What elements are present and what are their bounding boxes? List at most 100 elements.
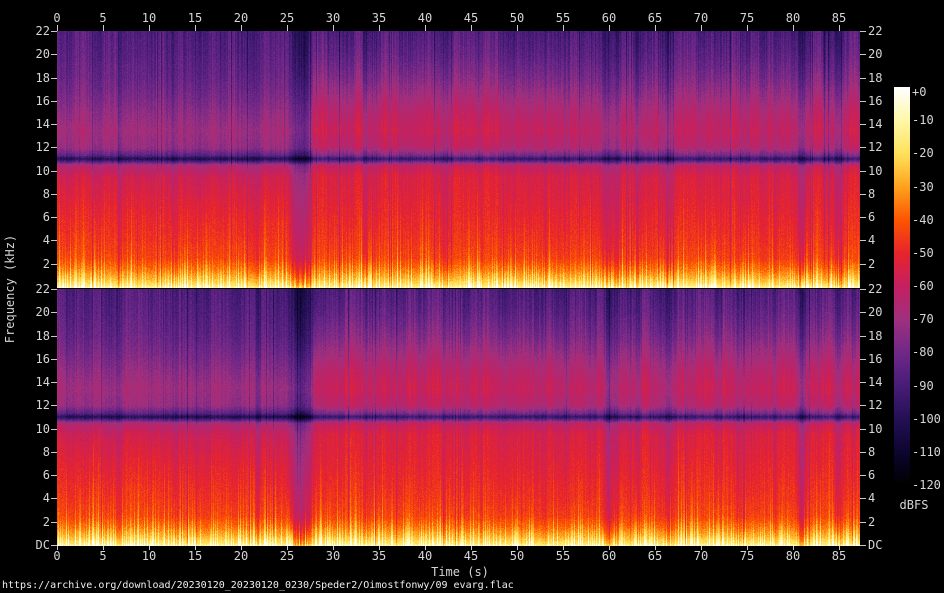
- freq-tick-right: [860, 264, 866, 265]
- spectrogram-channel-1: [57, 31, 860, 288]
- freq-tick-left: [51, 452, 57, 453]
- freq-tick-label-right: DC: [868, 538, 883, 552]
- freq-tick-right: [860, 194, 866, 195]
- time-tick-label-bottom: 30: [325, 549, 341, 563]
- freq-tick-label-right: 4: [868, 233, 876, 247]
- freq-tick-label-right: 2: [868, 515, 876, 529]
- colorbar-tick-label: -20: [912, 146, 934, 161]
- time-tick-top: [747, 25, 748, 31]
- freq-tick-label-right: 8: [868, 445, 876, 459]
- freq-tick-left: [51, 171, 57, 172]
- time-tick-label-bottom: 20: [233, 549, 249, 563]
- time-tick-label-top: 85: [831, 11, 847, 25]
- freq-tick-right: [860, 54, 866, 55]
- time-tick-label-top: 60: [601, 11, 617, 25]
- freq-tick-label-left: 10: [35, 422, 50, 436]
- freq-tick-left: [51, 498, 57, 499]
- freq-tick-left: [51, 545, 57, 546]
- freq-tick-label-right: 20: [868, 47, 883, 61]
- time-tick-label-top: 0: [53, 11, 61, 25]
- colorbar-unit-label: dBFS: [899, 498, 929, 512]
- freq-tick-label-left: 2: [42, 515, 50, 529]
- time-tick-label-top: 45: [463, 11, 479, 25]
- freq-tick-label-right: 16: [868, 352, 883, 366]
- freq-tick-right: [860, 475, 866, 476]
- freq-tick-label-right: 20: [868, 305, 883, 319]
- freq-tick-right: [860, 171, 866, 172]
- freq-tick-label-left: 12: [35, 398, 50, 412]
- freq-tick-label-left: 6: [42, 210, 50, 224]
- time-tick-label-bottom: 75: [739, 549, 755, 563]
- time-tick-label-top: 20: [233, 11, 249, 25]
- time-tick-label-bottom: 60: [601, 549, 617, 563]
- colorbar-tick-label: -100: [912, 411, 941, 426]
- time-tick-label-bottom: 70: [693, 549, 709, 563]
- colorbar-tick-label: -80: [912, 345, 934, 360]
- time-tick-label-bottom: 15: [187, 549, 203, 563]
- time-tick-label-bottom: 35: [371, 549, 387, 563]
- freq-tick-label-left: 14: [35, 117, 50, 131]
- freq-tick-left: [51, 54, 57, 55]
- time-tick-top: [287, 25, 288, 31]
- freq-tick-right: [860, 312, 866, 313]
- colorbar-tick-label: -110: [912, 444, 941, 459]
- time-tick-label-bottom: 45: [463, 549, 479, 563]
- time-axis-label: Time (s): [431, 565, 489, 579]
- freq-tick-label-right: 12: [868, 398, 883, 412]
- freq-tick-left: [51, 312, 57, 313]
- freq-tick-label-left: 16: [35, 94, 50, 108]
- freq-tick-label-left: 6: [42, 468, 50, 482]
- freq-tick-left: [51, 101, 57, 102]
- freq-tick-label-left: 10: [35, 164, 50, 178]
- time-tick-top: [195, 25, 196, 31]
- freq-tick-left: [51, 429, 57, 430]
- freq-tick-left: [51, 240, 57, 241]
- freq-tick-left: [51, 194, 57, 195]
- colorbar-tick-label: -90: [912, 378, 934, 393]
- time-tick-label-bottom: 85: [831, 549, 847, 563]
- time-tick-label-top: 40: [417, 11, 433, 25]
- freq-tick-label-left: 4: [42, 233, 50, 247]
- freq-tick-left: [51, 124, 57, 125]
- time-tick-label-top: 35: [371, 11, 387, 25]
- freq-tick-label-right: 18: [868, 71, 883, 85]
- freq-tick-left: [51, 359, 57, 360]
- freq-tick-left: [51, 475, 57, 476]
- freq-tick-label-left: DC: [35, 538, 50, 552]
- freq-tick-label-right: 6: [868, 468, 876, 482]
- freq-tick-right: [860, 289, 866, 290]
- frequency-axis-label: Frequency (kHz): [3, 234, 17, 344]
- time-tick-top: [57, 25, 58, 31]
- freq-tick-right: [860, 405, 866, 406]
- freq-tick-label-left: 8: [42, 445, 50, 459]
- freq-tick-right: [860, 336, 866, 337]
- freq-tick-label-left: 22: [35, 282, 50, 296]
- freq-tick-label-left: 14: [35, 375, 50, 389]
- freq-tick-right: [860, 147, 866, 148]
- freq-tick-label-right: 16: [868, 94, 883, 108]
- freq-tick-label-left: 22: [35, 24, 50, 38]
- time-tick-top: [103, 25, 104, 31]
- freq-tick-label-left: 18: [35, 71, 50, 85]
- freq-tick-label-left: 16: [35, 352, 50, 366]
- freq-tick-label-right: 18: [868, 329, 883, 343]
- freq-tick-left: [51, 382, 57, 383]
- freq-tick-left: [51, 264, 57, 265]
- freq-tick-label-left: 2: [42, 257, 50, 271]
- spek-spectrogram-view: Frequency (kHz) dBFS Time (s) https://ar…: [0, 0, 944, 593]
- freq-tick-right: [860, 217, 866, 218]
- freq-tick-left: [51, 78, 57, 79]
- freq-tick-left: [51, 31, 57, 32]
- freq-tick-right: [860, 429, 866, 430]
- freq-tick-left: [51, 522, 57, 523]
- freq-tick-right: [860, 498, 866, 499]
- freq-tick-left: [51, 217, 57, 218]
- colorbar-tick-label: +0: [912, 85, 927, 99]
- freq-tick-right: [860, 382, 866, 383]
- time-tick-top: [655, 25, 656, 31]
- freq-tick-label-right: 14: [868, 117, 883, 131]
- freq-tick-label-left: 12: [35, 140, 50, 154]
- time-tick-label-bottom: 10: [141, 549, 157, 563]
- time-tick-top: [563, 25, 564, 31]
- time-tick-label-bottom: 80: [785, 549, 801, 563]
